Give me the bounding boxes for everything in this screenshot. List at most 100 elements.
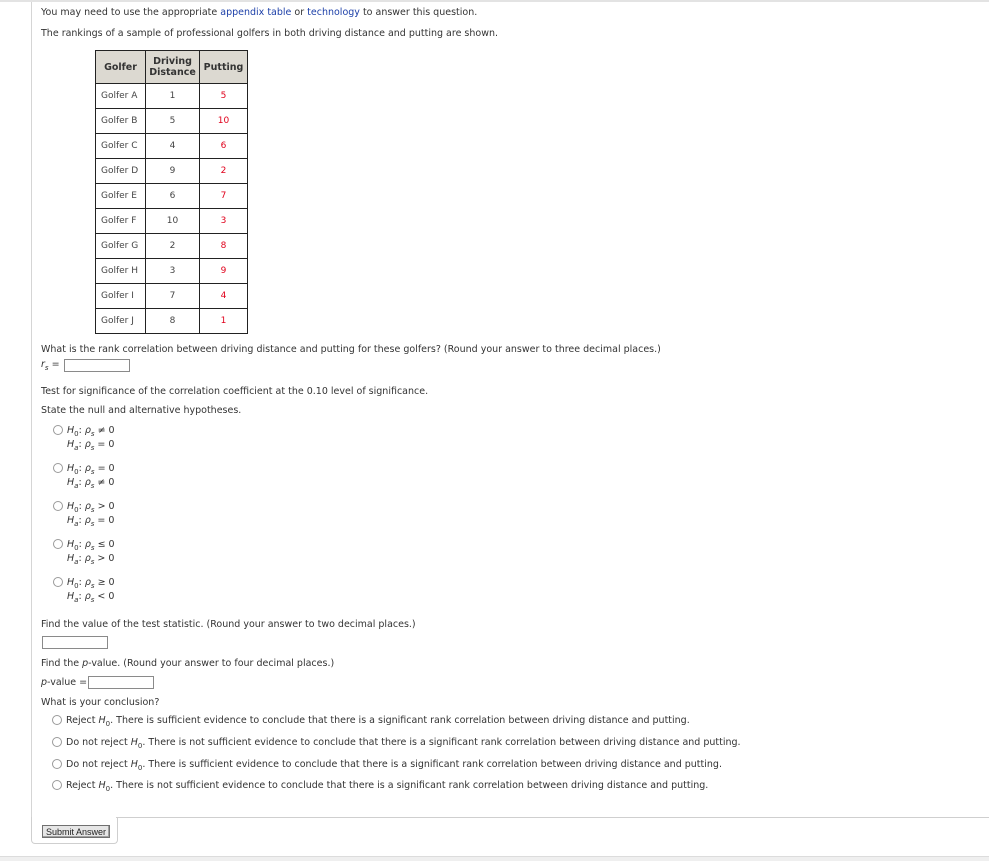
putting-rank: 6: [199, 133, 248, 159]
intro-line-1: You may need to use the appropriate appe…: [41, 7, 477, 18]
driving-rank: 7: [145, 283, 200, 309]
header-golfer: Golfer: [95, 50, 146, 84]
table-header-row: Golfer Driving Distance Putting: [95, 50, 248, 84]
conclusion-option-3[interactable]: Do not reject H0. There is sufficient ev…: [52, 758, 722, 772]
intro-text: or: [291, 7, 308, 18]
p-value-label: p-value =: [41, 677, 88, 688]
table-row: Golfer B 5 10: [95, 108, 248, 134]
intro-text: You may need to use the appropriate: [41, 7, 221, 18]
putting-rank: 5: [199, 83, 248, 109]
table-row: Golfer J81: [95, 308, 248, 334]
driving-rank: 6: [145, 183, 200, 209]
alternative-hypothesis-2: Ha: ρs ≠ 0: [67, 477, 115, 490]
radio-button[interactable]: [52, 779, 62, 790]
driving-rank: 3: [145, 258, 200, 284]
test-statistic-question: Find the value of the test statistic. (R…: [41, 619, 416, 630]
technology-link[interactable]: technology: [307, 7, 360, 18]
golfer-name: Golfer J: [95, 308, 146, 334]
radio-button[interactable]: [52, 758, 62, 769]
test-statistic-input[interactable]: [42, 636, 108, 649]
table-row: Golfer D92: [95, 158, 248, 184]
conclusion-option-4[interactable]: Reject H0. There is not sufficient evide…: [52, 779, 708, 793]
golfer-name: Golfer D: [95, 158, 146, 184]
driving-rank: 10: [145, 208, 200, 234]
radio-button[interactable]: [52, 736, 62, 747]
golfer-name: Golfer H: [95, 258, 146, 284]
divider: [116, 817, 989, 818]
golfer-name: Golfer F: [95, 208, 146, 234]
golfer-name: Golfer I: [95, 283, 146, 309]
golfer-rankings-table: Golfer Driving Distance Putting Golfer A1…: [95, 50, 248, 334]
ha-operator: = 0: [97, 515, 115, 526]
table-row: Golfer I74: [95, 283, 248, 309]
table-row: Golfer H39: [95, 258, 248, 284]
ha-operator: = 0: [97, 439, 115, 450]
putting-rank: 10: [199, 108, 248, 134]
table-row: Golfer E67: [95, 183, 248, 209]
alternative-hypothesis-4: Ha: ρs > 0: [67, 553, 115, 566]
driving-rank: 9: [145, 158, 200, 184]
radio-button[interactable]: [53, 576, 63, 587]
hypotheses-instruction: State the null and alternative hypothese…: [41, 405, 242, 416]
driving-rank: 2: [145, 233, 200, 259]
h0-operator: > 0: [97, 501, 115, 512]
putting-rank: 9: [199, 258, 248, 284]
golfer-name: Golfer A: [95, 83, 146, 109]
ha-operator: > 0: [97, 553, 115, 564]
radio-button[interactable]: [52, 714, 62, 725]
putting-rank: 4: [199, 283, 248, 309]
p-value-input[interactable]: [88, 676, 154, 689]
table-row: Golfer G28: [95, 233, 248, 259]
intro-text: to answer this question.: [359, 7, 478, 18]
h0-operator: ≤ 0: [97, 539, 115, 550]
rs-label: rs =: [41, 359, 60, 372]
p-value-question: Find the p-value. (Round your answer to …: [41, 658, 335, 669]
putting-rank: 3: [199, 208, 248, 234]
alternative-hypothesis-5: Ha: ρs < 0: [67, 591, 115, 604]
putting-rank: 7: [199, 183, 248, 209]
hypothesis-option-1[interactable]: H0: ρs ≠ 0: [53, 424, 115, 438]
h0-operator: ≠ 0: [97, 425, 115, 436]
table-row: Golfer C46: [95, 133, 248, 159]
hypothesis-option-2[interactable]: H0: ρs = 0: [53, 462, 115, 476]
radio-button[interactable]: [53, 424, 63, 435]
conclusion-question: What is your conclusion?: [41, 697, 160, 708]
ha-operator: < 0: [97, 591, 115, 602]
radio-button[interactable]: [53, 538, 63, 549]
driving-rank: 8: [145, 308, 200, 334]
hypothesis-option-3[interactable]: H0: ρs > 0: [53, 500, 115, 514]
golfer-name: Golfer C: [95, 133, 146, 159]
header-driving-distance: Driving Distance: [145, 50, 200, 84]
bottom-bar: [0, 856, 989, 861]
golfer-name: Golfer E: [95, 183, 146, 209]
golfer-name: Golfer B: [95, 108, 146, 134]
intro-line-2: The rankings of a sample of professional…: [41, 28, 499, 39]
golfer-name: Golfer G: [95, 233, 146, 259]
putting-rank: 8: [199, 233, 248, 259]
top-border: [0, 0, 989, 2]
rank-correlation-question: What is the rank correlation between dri…: [41, 344, 661, 355]
alternative-hypothesis-1: Ha: ρs = 0: [67, 439, 115, 452]
driving-rank: 4: [145, 133, 200, 159]
table-row: Golfer A15: [95, 83, 248, 109]
putting-rank: 2: [199, 158, 248, 184]
hypothesis-option-4[interactable]: H0: ρs ≤ 0: [53, 538, 115, 552]
driving-rank: 5: [145, 108, 200, 134]
question-left-border: [31, 2, 32, 817]
rs-input[interactable]: [64, 359, 130, 372]
submit-answer-button[interactable]: Submit Answer: [42, 825, 111, 838]
hypothesis-option-5[interactable]: H0: ρs ≥ 0: [53, 576, 115, 590]
table-row: Golfer F 10 3: [95, 208, 248, 234]
driving-rank: 1: [145, 83, 200, 109]
putting-rank: 1: [199, 308, 248, 334]
conclusion-option-1[interactable]: Reject H0. There is sufficient evidence …: [52, 714, 690, 728]
conclusion-option-2[interactable]: Do not reject H0. There is not sufficien…: [52, 736, 741, 750]
alternative-hypothesis-3: Ha: ρs = 0: [67, 515, 115, 528]
ha-operator: ≠ 0: [97, 477, 115, 488]
header-putting: Putting: [199, 50, 248, 84]
radio-button[interactable]: [53, 462, 63, 473]
significance-test-text: Test for significance of the correlation…: [41, 386, 429, 397]
appendix-table-link[interactable]: appendix table: [220, 7, 291, 18]
h0-operator: ≥ 0: [97, 577, 115, 588]
radio-button[interactable]: [53, 500, 63, 511]
